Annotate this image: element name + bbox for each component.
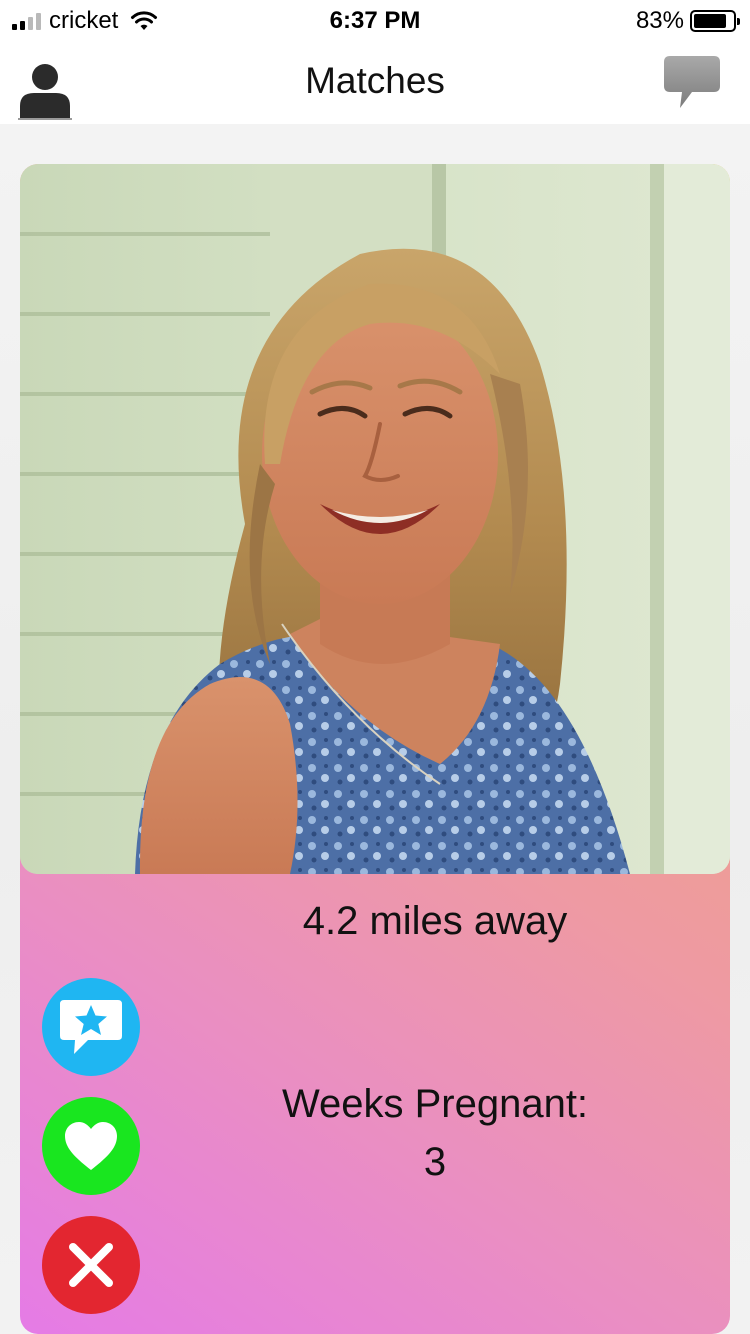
like-button[interactable]	[42, 1097, 140, 1195]
app-screen: cricket 6:37 PM 83% Matches 4.2 miles aw…	[0, 0, 750, 1334]
chat-bubble-icon[interactable]	[662, 54, 722, 112]
status-bar: cricket 6:37 PM 83%	[0, 0, 750, 40]
distance-label: 4.2 miles away	[302, 899, 568, 943]
profile-photo[interactable]	[20, 164, 730, 874]
weeks-pregnant-label: Weeks Pregnant:	[281, 1082, 589, 1126]
match-card[interactable]: 4.2 miles away Weeks Pregnant: 3	[20, 164, 730, 1334]
star-message-icon	[60, 1000, 122, 1054]
weeks-pregnant-value: 3	[423, 1140, 447, 1184]
dislike-button[interactable]	[42, 1216, 140, 1314]
battery-fill	[694, 14, 726, 28]
heart-icon	[65, 1122, 117, 1170]
super-like-button[interactable]	[42, 978, 140, 1076]
page-title: Matches	[305, 60, 445, 101]
nav-bar: Matches	[0, 40, 750, 124]
battery-icon	[690, 10, 740, 32]
close-icon	[69, 1243, 113, 1287]
status-right: 83%	[635, 7, 740, 35]
battery-percent: 83%	[635, 7, 684, 34]
